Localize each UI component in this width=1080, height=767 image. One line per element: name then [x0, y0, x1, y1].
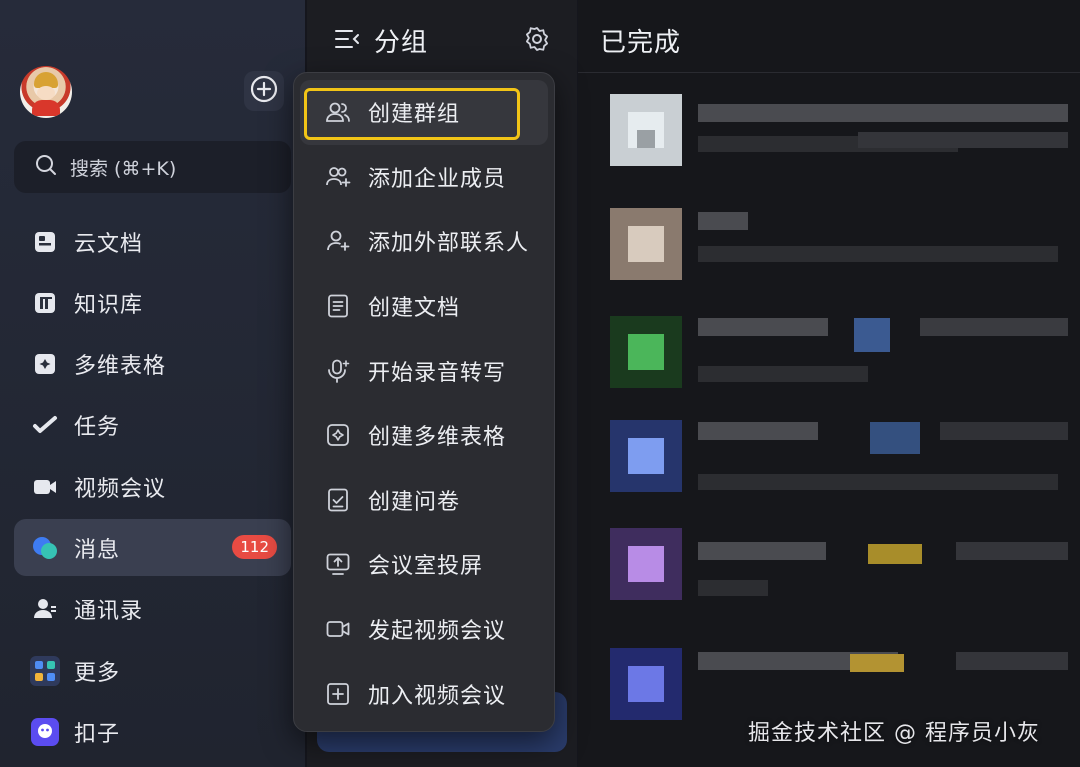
- avatar: [610, 316, 682, 388]
- unread-badge: 112: [232, 535, 277, 560]
- sidebar-item-label: 视频会议: [74, 476, 167, 502]
- sidebar-item-label: 知识库: [74, 292, 144, 318]
- coze-icon: [30, 717, 60, 747]
- search-icon: [34, 153, 58, 181]
- sidebar: 搜索 (⌘+K) 云文档 知识库 多维表格 任务 视频会议 消息 112 通讯录…: [0, 0, 305, 767]
- sidebar-item-tasks[interactable]: 任务: [14, 397, 291, 454]
- base-icon: [324, 421, 352, 449]
- sidebar-item-base[interactable]: 多维表格: [14, 336, 291, 393]
- add-contact-icon: [324, 227, 352, 255]
- avatar: [610, 420, 682, 492]
- avatar: [610, 648, 682, 720]
- watermark: 掘金技术社区 @ 程序员小灰: [748, 721, 1040, 746]
- avatar: [610, 208, 682, 280]
- video-icon: [30, 472, 60, 502]
- menu-item-label: 添加外部联系人: [368, 231, 530, 257]
- join-meeting-icon: [324, 680, 352, 708]
- sidebar-item-label: 云文档: [74, 231, 144, 257]
- menu-item-label: 发起视频会议: [368, 619, 507, 645]
- menu-item-create-survey[interactable]: 创建问卷: [300, 468, 548, 533]
- sidebar-item-messages[interactable]: 消息 112: [14, 519, 291, 577]
- sidebar-item-label: 更多: [74, 660, 121, 686]
- menu-item-add-contact[interactable]: 添加外部联系人: [300, 209, 548, 274]
- menu-item-screen-share[interactable]: 会议室投屏: [300, 532, 548, 597]
- conversation-panel: 已完成: [578, 0, 1080, 767]
- highlight-box: [304, 88, 520, 140]
- menu-item-create-base[interactable]: 创建多维表格: [300, 403, 548, 468]
- menu-item-label: 添加企业成员: [368, 166, 507, 192]
- menu-item-label: 创建文档: [368, 296, 461, 322]
- menu-item-add-members[interactable]: 添加企业成员: [300, 145, 548, 210]
- screen-share-icon: [324, 550, 352, 578]
- more-apps-icon: [30, 655, 60, 686]
- cloud-doc-icon: [30, 227, 60, 257]
- sidebar-item-label: 扣子: [74, 721, 121, 747]
- menu-item-label: 会议室投屏: [368, 554, 484, 580]
- create-button[interactable]: [244, 71, 284, 111]
- task-icon: [30, 410, 60, 440]
- add-members-icon: [324, 163, 352, 191]
- sidebar-item-label: 通讯录: [74, 599, 144, 625]
- plus-circle-icon: [249, 74, 279, 108]
- avatar: [610, 94, 682, 166]
- group-title: 分组: [374, 28, 429, 58]
- avatar[interactable]: [20, 66, 72, 118]
- contacts-icon: [30, 594, 60, 624]
- sidebar-item-coze[interactable]: 扣子: [14, 703, 291, 760]
- sidebar-nav: 云文档 知识库 多维表格 任务 视频会议 消息 112 通讯录 更多 扣子: [14, 213, 291, 765]
- menu-item-label: 创建问卷: [368, 489, 461, 515]
- menu-item-start-meeting[interactable]: 发起视频会议: [300, 597, 548, 662]
- sidebar-item-cloud-docs[interactable]: 云文档: [14, 213, 291, 270]
- sidebar-item-contacts[interactable]: 通讯录: [14, 581, 291, 638]
- menu-item-create-group[interactable]: 创建群组: [300, 80, 548, 145]
- create-menu: 创建群组 添加企业成员 添加外部联系人 创建文档 开始录音转写 创建多维表格 创…: [293, 72, 555, 732]
- menu-item-label: 开始录音转写: [368, 360, 507, 386]
- sidebar-item-wiki[interactable]: 知识库: [14, 274, 291, 331]
- message-icon: [30, 533, 60, 563]
- video-icon: [324, 615, 352, 643]
- divider: [578, 72, 1080, 73]
- sidebar-item-label: 任务: [74, 415, 121, 441]
- base-icon: [30, 349, 60, 379]
- list-item[interactable]: [610, 200, 1070, 290]
- sidebar-item-label: 多维表格: [74, 354, 167, 380]
- list-item[interactable]: [610, 520, 1070, 610]
- menu-item-join-meeting[interactable]: 加入视频会议: [300, 661, 548, 726]
- document-icon: [324, 292, 352, 320]
- list-item[interactable]: [610, 308, 1070, 398]
- group-header[interactable]: 分组: [334, 22, 428, 59]
- microphone-icon: [324, 357, 352, 385]
- survey-icon: [324, 486, 352, 514]
- sidebar-item-video-meeting[interactable]: 视频会议: [14, 458, 291, 515]
- menu-item-create-doc[interactable]: 创建文档: [300, 274, 548, 339]
- gear-icon[interactable]: [523, 25, 551, 57]
- search-input[interactable]: 搜索 (⌘+K): [14, 141, 291, 193]
- avatar: [610, 528, 682, 600]
- menu-item-label: 创建多维表格: [368, 425, 507, 451]
- wiki-icon: [30, 288, 60, 318]
- sidebar-item-more[interactable]: 更多: [14, 642, 291, 699]
- panel-title: 已完成: [600, 28, 682, 58]
- sidebar-item-label: 消息: [74, 537, 121, 563]
- menu-item-transcribe[interactable]: 开始录音转写: [300, 338, 548, 403]
- search-label: 搜索 (⌘+K): [70, 157, 177, 180]
- collapse-list-icon: [334, 27, 360, 55]
- list-item[interactable]: [610, 412, 1070, 502]
- list-item[interactable]: [610, 86, 1070, 176]
- menu-item-label: 加入视频会议: [368, 683, 507, 709]
